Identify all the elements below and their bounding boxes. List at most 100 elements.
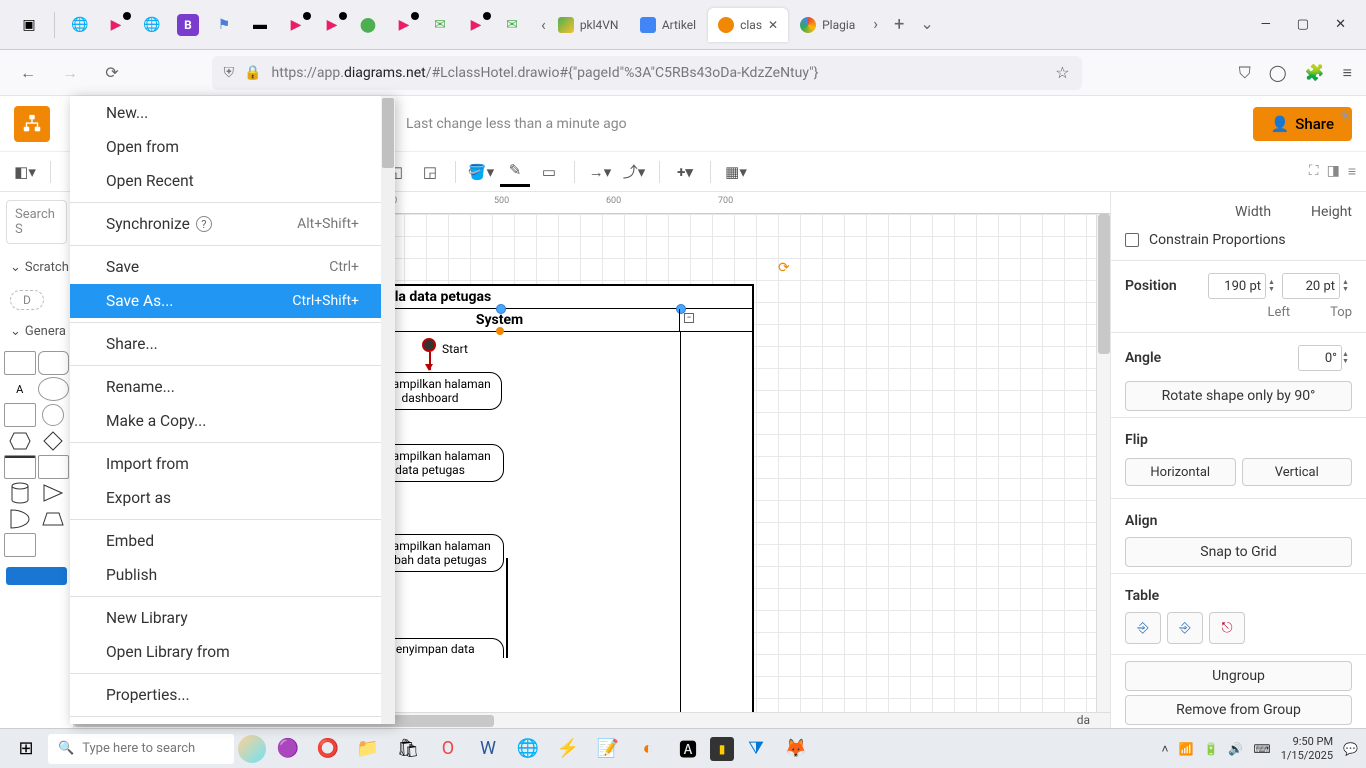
menu-item-export-as[interactable]: Export as (70, 481, 395, 515)
fill-color-icon[interactable]: 🪣▾ (466, 157, 496, 187)
tray-battery-icon[interactable]: 🔋 (1203, 742, 1218, 756)
shape-roundrect[interactable] (38, 351, 70, 375)
general-section[interactable]: ⌄ Genera (0, 316, 73, 347)
format-panel-icon[interactable]: ◨ (1327, 163, 1340, 180)
tabs-scroll-left[interactable]: ‹ (541, 15, 546, 34)
shape-halfcircle[interactable] (4, 507, 36, 531)
table-insert-col-left[interactable]: ⎆ (1125, 612, 1161, 644)
shape-trapezoid[interactable] (38, 507, 70, 531)
drawio-logo[interactable] (14, 106, 50, 142)
menu-item-open-library-from[interactable]: Open Library from (70, 635, 395, 669)
shadow-icon[interactable]: ▭ (534, 157, 564, 187)
to-back-icon[interactable]: ◲ (415, 157, 445, 187)
pinned-tab-yt1[interactable]: ▶ (105, 14, 127, 36)
taskbar-cortana[interactable]: ⭕ (310, 733, 346, 765)
pinned-tab-mail2[interactable]: ✉ (501, 14, 523, 36)
menu-item-embed[interactable]: Embed (70, 524, 395, 558)
tray-clock[interactable]: 9:50 PM 1/15/2025 (1281, 735, 1333, 761)
menu-item-save-as[interactable]: Save As...Ctrl+Shift+ (70, 284, 395, 318)
tray-notifications-icon[interactable]: 💬 (1343, 742, 1358, 756)
table-delete-col[interactable]: ⎋ (1209, 612, 1245, 644)
shape-diamond[interactable] (38, 429, 70, 453)
menu-item-synchronize[interactable]: Synchronize?Alt+Shift+ (70, 207, 395, 241)
nav-forward[interactable]: → (56, 59, 84, 87)
shape-cylinder[interactable] (4, 481, 36, 505)
tray-lang-icon[interactable]: ⌨ (1253, 742, 1270, 756)
new-tab-button[interactable]: + (894, 14, 904, 35)
add-icon[interactable]: +▾ (670, 157, 700, 187)
rotate-90-button[interactable]: Rotate shape only by 90° (1125, 381, 1352, 411)
tray-expand-icon[interactable]: ˄ (1161, 742, 1168, 756)
window-minimize[interactable]: — (1261, 17, 1271, 32)
tab-clas-active[interactable]: clas ✕ (708, 8, 788, 42)
url-input[interactable]: ⛨ 🔒 https://app.diagrams.net/#LclassHote… (212, 56, 1082, 90)
taskbar-explorer[interactable]: 📁 (350, 733, 386, 765)
menu-item-new[interactable]: New... (70, 96, 395, 130)
taskbar-edge[interactable]: 🌐 (510, 733, 546, 765)
tray-wifi-icon[interactable]: 📶 (1179, 742, 1194, 756)
tabs-scroll-right[interactable]: › (873, 14, 878, 35)
window-close[interactable]: ✕ (1335, 17, 1346, 32)
menu-item-publish[interactable]: Publish (70, 558, 395, 592)
taskbar-word[interactable]: W (470, 733, 506, 765)
scratchpad-drop[interactable]: D (10, 290, 44, 310)
taskbar-app[interactable]: 🅰 (670, 733, 706, 765)
shape-hex[interactable] (4, 429, 36, 453)
shape-circle[interactable] (42, 404, 64, 426)
menu-item-import-from[interactable]: Import from (70, 447, 395, 481)
taskbar-firefox[interactable]: 🦊 (778, 733, 814, 765)
menu-item-properties[interactable]: Properties... (70, 678, 395, 712)
fullscreen-icon[interactable]: ⛶ (1309, 163, 1319, 180)
constrain-checkbox[interactable] (1125, 233, 1139, 247)
table-icon[interactable]: ▦▾ (721, 157, 751, 187)
pinned-tab-yt3[interactable]: ▶ (321, 14, 343, 36)
vertical-scrollbar[interactable] (1096, 214, 1110, 712)
shape-more[interactable] (38, 533, 70, 557)
pinned-tab-globe2[interactable]: 🌐 (141, 14, 163, 36)
pinned-tab-msg[interactable]: ▬ (249, 14, 271, 36)
pinned-tab-workspace[interactable]: ▣ (18, 14, 40, 36)
shape-container[interactable] (38, 455, 70, 479)
collapse-icon[interactable]: ≡ (1348, 163, 1356, 180)
shape-text[interactable]: A (4, 377, 36, 401)
snap-to-grid-button[interactable]: Snap to Grid (1125, 537, 1352, 567)
waypoint-icon[interactable]: ⤴▾ (619, 157, 649, 187)
window-maximize[interactable]: ▢ (1297, 17, 1309, 32)
angle-input[interactable]: 0° (1298, 345, 1342, 371)
pinned-tab-globe[interactable]: 🌐 (69, 14, 91, 36)
extensions-icon[interactable]: 🧩 (1305, 63, 1325, 83)
pos-x-input[interactable]: 190 pt (1208, 273, 1266, 299)
shape-process[interactable] (4, 533, 36, 557)
tabs-dropdown[interactable]: ⌄ (920, 14, 933, 35)
taskbar-copilot[interactable]: 🟣 (270, 733, 306, 765)
tab-pkl[interactable]: pkl4VN (548, 8, 628, 42)
rotate-handle[interactable]: ⟳ (778, 260, 792, 274)
taskbar-search[interactable]: 🔍 Type here to search (48, 734, 234, 764)
tab-plagia[interactable]: Plagia (790, 8, 865, 42)
connection-icon[interactable]: →▾ (585, 157, 615, 187)
menu-item-share[interactable]: Share... (70, 327, 395, 361)
spinner[interactable]: ▲▼ (1268, 279, 1278, 293)
pinned-tab-yt5[interactable]: ▶ (465, 14, 487, 36)
shape-triangle[interactable] (38, 481, 70, 505)
tab-artikel[interactable]: Artikel (630, 8, 706, 42)
taskbar-flash[interactable]: ⚡ (550, 733, 586, 765)
pinned-tab-yt4[interactable]: ▶ (393, 14, 415, 36)
scratchpad-section[interactable]: ⌄ Scratch (0, 252, 73, 283)
table-insert-col-right[interactable]: ⎆ (1167, 612, 1203, 644)
shape-ellipse[interactable] (38, 377, 70, 401)
spinner[interactable]: ▲▼ (1342, 279, 1352, 293)
menu-item-open-recent[interactable]: Open Recent (70, 164, 395, 198)
taskbar-app2[interactable]: ▮ (710, 737, 734, 761)
pinned-tab-mail[interactable]: ✉ (429, 14, 451, 36)
menu-item-open-from[interactable]: Open from (70, 130, 395, 164)
menu-item-page-setup[interactable]: Page Setup... (70, 721, 395, 724)
pinned-tab-yt2[interactable]: ▶ (285, 14, 307, 36)
pinned-tab-flag[interactable]: ⚑ (213, 14, 235, 36)
theme-icon[interactable]: ☀ (1338, 106, 1352, 125)
flip-vertical-button[interactable]: Vertical (1242, 458, 1353, 486)
taskbar-weather[interactable] (238, 735, 266, 763)
app-menu-icon[interactable]: ≡ (1343, 63, 1352, 83)
taskbar-blender[interactable]: ◐ (630, 733, 666, 765)
lane-extra-header[interactable]: − (680, 309, 752, 331)
